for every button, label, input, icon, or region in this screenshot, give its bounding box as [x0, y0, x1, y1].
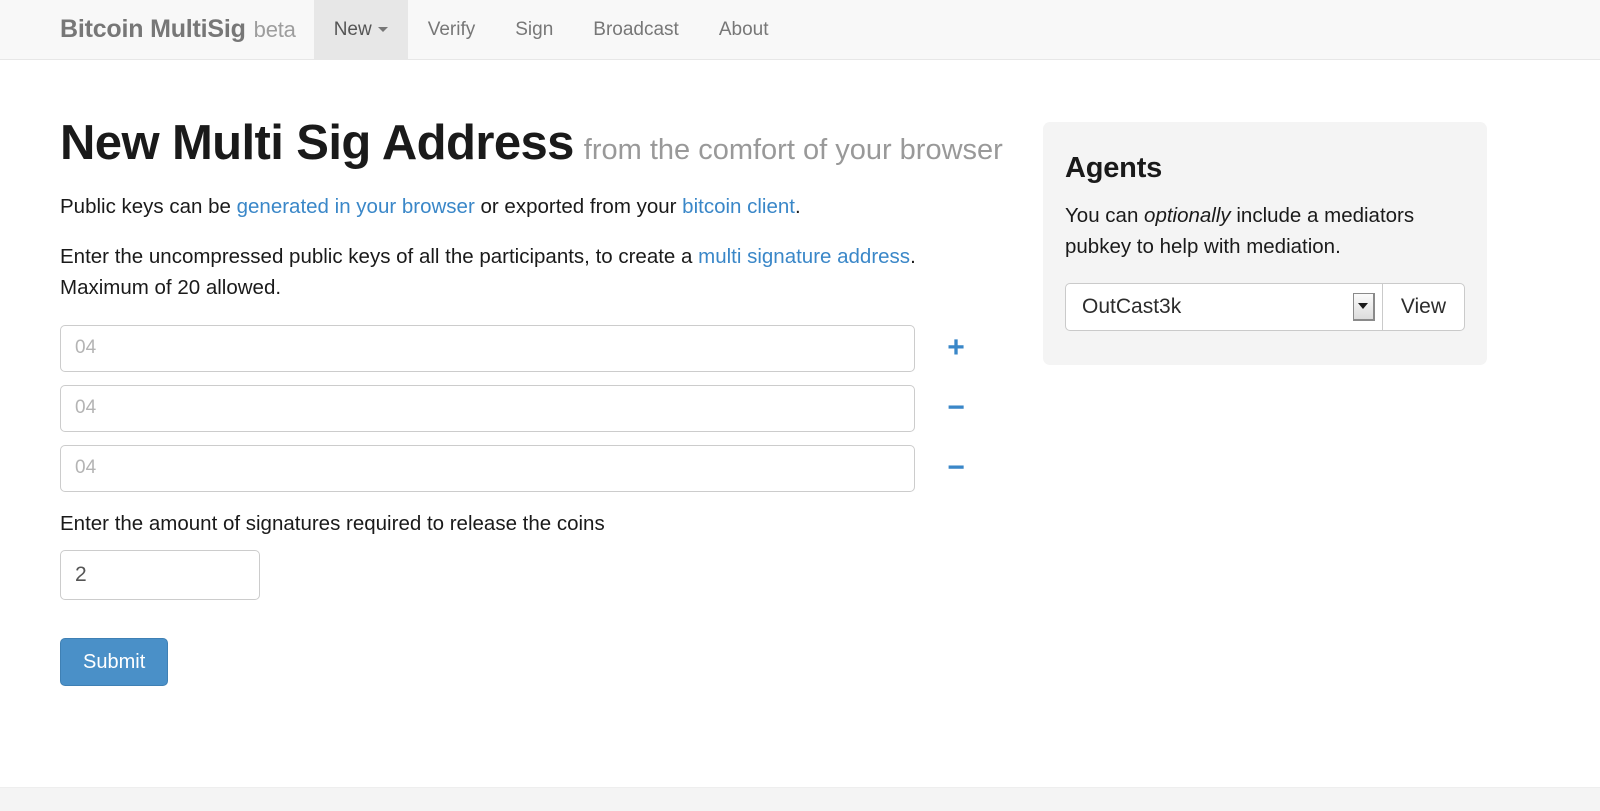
nav-list: New Verify Sign Broadcast About: [313, 0, 789, 59]
public-key-input-2[interactable]: [60, 384, 915, 432]
intro-text-2: or exported from your: [474, 195, 683, 219]
public-key-input-3[interactable]: [60, 444, 915, 492]
nav-item-new[interactable]: New: [313, 0, 408, 59]
agent-select-group: OutCast3k View: [1065, 282, 1465, 331]
page-subtitle-text: from the comfort of your browser: [583, 134, 1003, 166]
nav-item-verify[interactable]: Verify: [408, 0, 496, 59]
public-key-row: −: [60, 444, 1000, 492]
nav-list-item: Sign: [495, 0, 573, 59]
intro-text-1: Public keys can be: [60, 195, 237, 219]
nav-item-label: Broadcast: [593, 18, 679, 40]
public-key-row: +: [60, 324, 1000, 372]
nav-item-about[interactable]: About: [699, 0, 789, 59]
add-key-button[interactable]: +: [933, 325, 979, 372]
nav-list-item: Broadcast: [573, 0, 699, 59]
intro-text-3: .: [794, 195, 801, 219]
agent-select[interactable]: OutCast3k: [1065, 282, 1383, 331]
main-column: New Multi Sig Address from the comfort of…: [60, 116, 1003, 686]
sidebar-column: Agents You can optionally include a medi…: [1043, 122, 1487, 365]
signatures-required-label: Enter the amount of signatures required …: [60, 511, 605, 535]
app-page: Bitcoin MultiSig beta New Verify Sign Br…: [0, 0, 1600, 811]
nav-item-label: Verify: [427, 18, 476, 40]
top-navbar: Bitcoin MultiSig beta New Verify Sign Br…: [0, 0, 1600, 60]
brand-beta-tag: beta: [253, 16, 296, 42]
agents-panel-title: Agents: [1065, 152, 1163, 184]
brand-logo[interactable]: Bitcoin MultiSig beta: [60, 0, 314, 59]
multi-signature-address-link[interactable]: multi signature address: [698, 245, 910, 268]
agent-select-value: OutCast3k: [1082, 294, 1182, 318]
nav-item-sign[interactable]: Sign: [495, 0, 573, 59]
nav-list-item: Verify: [408, 0, 496, 59]
nav-list-item: New: [313, 0, 408, 59]
nav-item-label: About: [718, 18, 769, 40]
instructions-paragraph: Enter the uncompressed public keys of al…: [60, 241, 1000, 303]
chevron-down-icon: [377, 27, 388, 32]
view-agent-button[interactable]: View: [1381, 282, 1465, 331]
public-key-rows: + − −: [60, 324, 1000, 492]
submit-button[interactable]: Submit: [60, 637, 169, 686]
bitcoin-client-link[interactable]: bitcoin client: [682, 195, 795, 218]
public-key-row: −: [60, 384, 1000, 432]
chevron-down-icon[interactable]: [1352, 292, 1375, 321]
generate-keys-link[interactable]: generated in your browser: [237, 195, 475, 218]
brand-name: Bitcoin MultiSig: [60, 15, 246, 43]
nav-list-item: About: [699, 0, 789, 59]
nav-item-label: Sign: [515, 18, 554, 40]
submit-row: Submit: [60, 600, 1000, 686]
remove-key-button-3[interactable]: −: [933, 445, 979, 492]
nav-item-broadcast[interactable]: Broadcast: [573, 0, 699, 59]
page-title: New Multi Sig Address from the comfort of…: [60, 116, 1003, 170]
intro-paragraph: Public keys can be generated in your bro…: [60, 191, 1000, 222]
agents-desc-1: You can: [1065, 204, 1145, 227]
signatures-required-input[interactable]: [60, 549, 260, 600]
instructions-text-1: Enter the uncompressed public keys of al…: [60, 244, 699, 268]
page-footer: [0, 787, 1600, 811]
nav-item-label: New: [333, 18, 372, 40]
agents-panel: Agents You can optionally include a medi…: [1043, 122, 1487, 365]
remove-key-button-2[interactable]: −: [933, 385, 979, 432]
agents-desc-emphasis: optionally: [1144, 204, 1231, 227]
page-title-text: New Multi Sig Address: [60, 116, 574, 170]
public-key-input-1[interactable]: [60, 324, 915, 372]
agents-panel-description: You can optionally include a mediators p…: [1065, 201, 1465, 263]
